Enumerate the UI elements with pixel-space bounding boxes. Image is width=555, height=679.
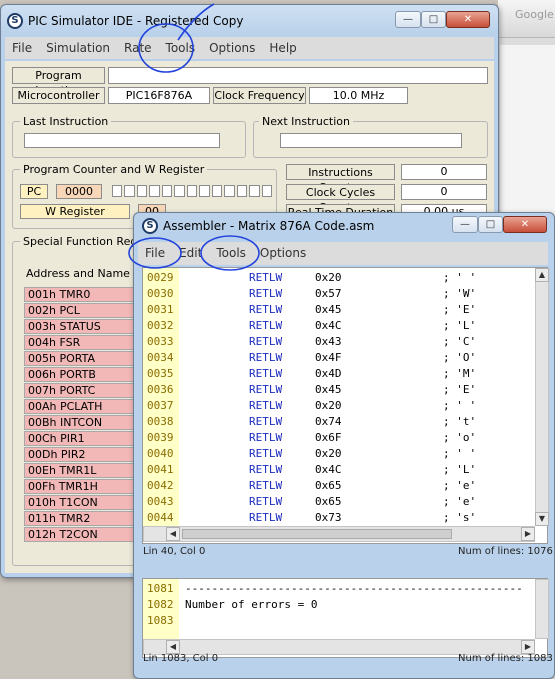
handwritten-annotations <box>128 3 260 271</box>
annotation-tick-mark <box>177 3 215 41</box>
annotation-circle-file <box>128 237 182 269</box>
annotation-circle-asm-tools <box>200 235 260 271</box>
